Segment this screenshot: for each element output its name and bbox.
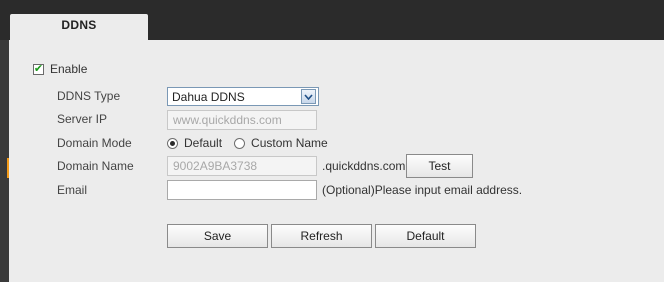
radio-default[interactable] (167, 137, 178, 149)
chevron-down-icon[interactable] (301, 89, 316, 104)
email-label: Email (57, 183, 88, 197)
email-field[interactable] (167, 180, 317, 200)
email-hint: (Optional)Please input email address. (322, 183, 523, 197)
ddns-type-select[interactable]: Dahua DDNS (167, 87, 319, 106)
ddns-type-label: DDNS Type (57, 89, 121, 103)
radio-custom-name-label: Custom Name (251, 136, 328, 150)
save-button[interactable]: Save (167, 224, 268, 248)
enable-label: Enable (50, 62, 88, 76)
default-button[interactable]: Default (375, 224, 476, 248)
server-ip-value: www.quickddns.com (173, 113, 282, 127)
tab-ddns[interactable]: DDNS (10, 14, 148, 40)
radio-selected-dot (170, 140, 175, 146)
enable-checkbox[interactable]: ✔ (33, 62, 44, 75)
ddns-type-value: Dahua DDNS (172, 89, 245, 104)
domain-name-value: 9002A9BA3738 (173, 159, 258, 173)
enable-row: ✔ Enable (33, 62, 87, 76)
ddns-settings-panel: ✔ Enable DDNS Type Dahua DDNS Server IP … (9, 40, 664, 282)
server-ip-label: Server IP (57, 112, 108, 126)
test-button[interactable]: Test (406, 154, 473, 178)
refresh-button[interactable]: Refresh (271, 224, 372, 248)
top-bar: DDNS (0, 0, 664, 40)
domain-suffix: .quickddns.com (322, 159, 406, 173)
domain-name-label: Domain Name (57, 159, 134, 173)
domain-name-field: 9002A9BA3738 (167, 156, 317, 176)
domain-mode-options: Default Custom Name (167, 136, 328, 150)
domain-mode-label: Domain Mode (57, 136, 132, 150)
radio-default-label: Default (184, 136, 223, 150)
radio-custom-name[interactable] (234, 137, 246, 149)
checkmark-icon: ✔ (33, 62, 44, 75)
server-ip-field: www.quickddns.com (167, 110, 317, 130)
